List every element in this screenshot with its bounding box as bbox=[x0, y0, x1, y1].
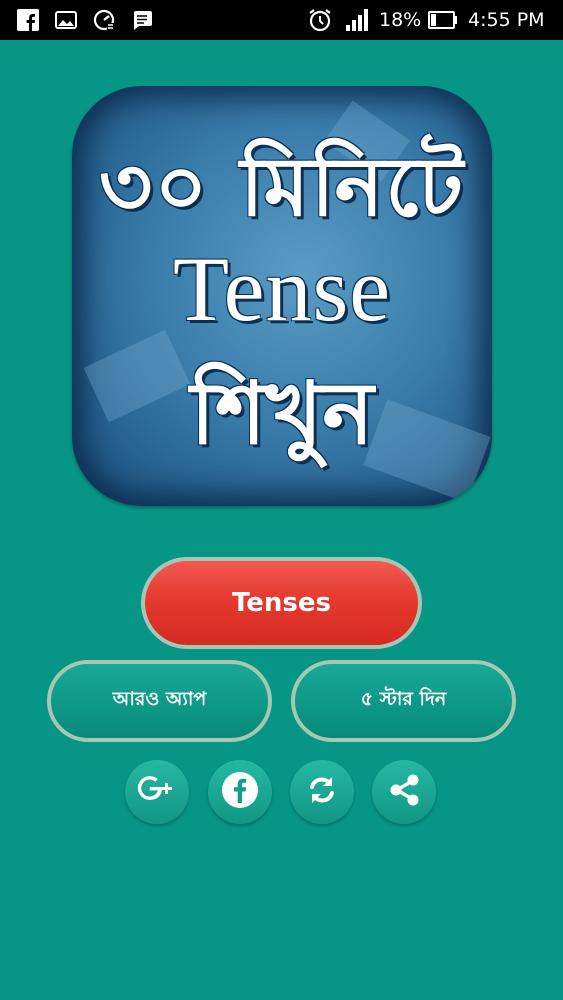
facebook-share-button[interactable] bbox=[208, 760, 272, 824]
message-icon bbox=[130, 8, 154, 32]
refresh-icon bbox=[305, 773, 339, 811]
share-icon bbox=[385, 771, 423, 813]
tenses-button[interactable]: Tenses bbox=[141, 557, 422, 649]
alarm-icon bbox=[306, 8, 334, 32]
facebook-icon bbox=[16, 8, 40, 32]
google-plus-icon bbox=[137, 770, 177, 814]
speed-icon bbox=[92, 8, 116, 32]
gallery-icon bbox=[54, 8, 78, 32]
google-plus-button[interactable] bbox=[125, 760, 189, 824]
facebook-icon bbox=[220, 770, 260, 814]
logo-line-learn: শিখুন bbox=[190, 363, 374, 464]
status-bar: 18% 4:55 PM bbox=[0, 0, 563, 40]
clock: 4:55 PM bbox=[468, 9, 545, 31]
more-apps-button[interactable]: আরও অ্যাপ bbox=[47, 660, 272, 742]
signal-icon bbox=[344, 8, 372, 32]
rate-five-star-button[interactable]: ৫ স্টার দিন bbox=[291, 660, 516, 742]
battery-icon bbox=[428, 8, 458, 32]
battery-percent: 18% bbox=[379, 9, 422, 31]
logo-line-tense: Tense bbox=[172, 238, 392, 340]
app-logo: ৩০ মিনিটে Tense শিখুন bbox=[72, 86, 492, 506]
refresh-button[interactable] bbox=[290, 760, 354, 824]
share-button[interactable] bbox=[372, 760, 436, 824]
